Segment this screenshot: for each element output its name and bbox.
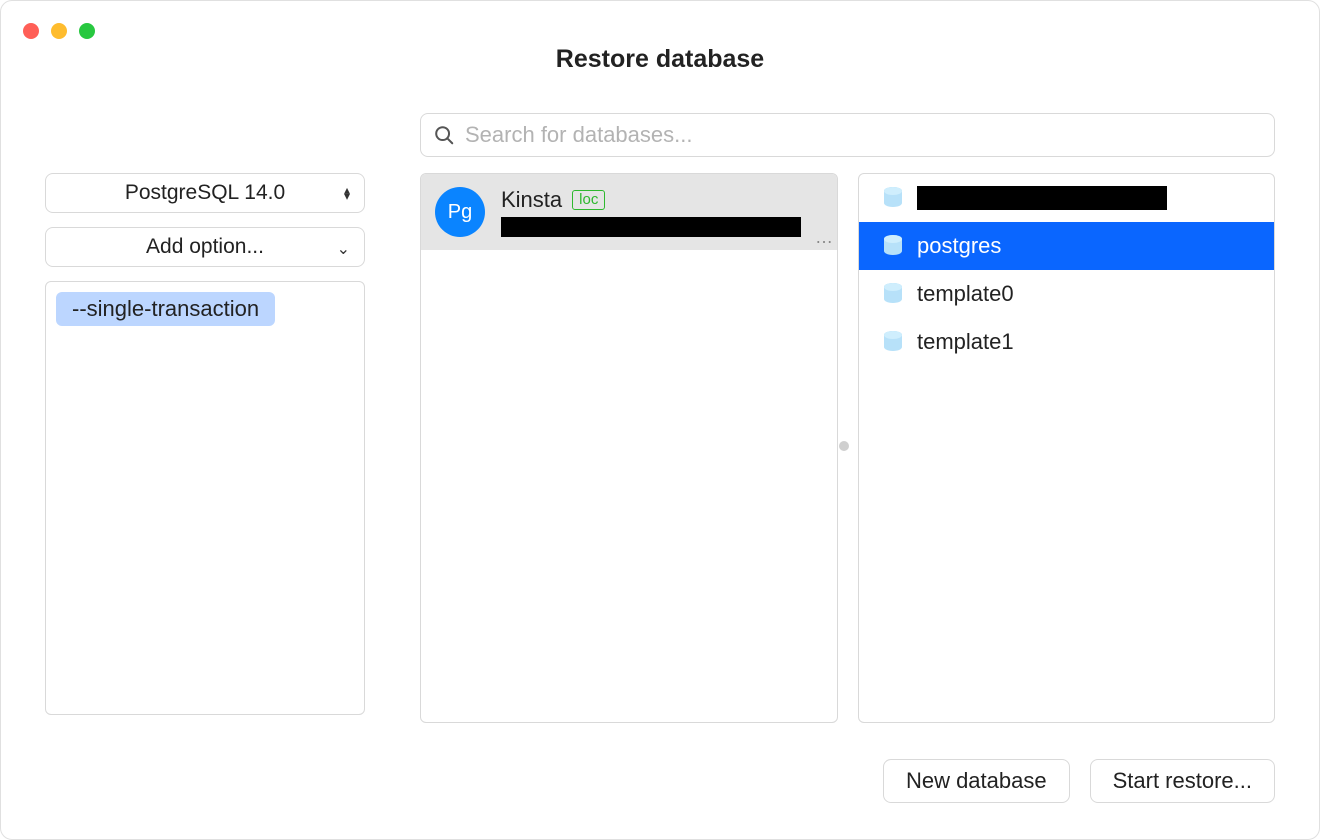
dialog-footer: New database Start restore... — [883, 759, 1275, 803]
database-name-redacted — [917, 186, 1167, 210]
postgres-badge-icon: Pg — [435, 187, 485, 237]
database-name: template0 — [917, 281, 1014, 307]
database-icon — [881, 282, 905, 306]
database-icon — [881, 234, 905, 258]
connection-row[interactable]: Pg Kinsta loc … — [421, 174, 837, 250]
connection-name: Kinsta — [501, 187, 562, 213]
database-icon — [881, 330, 905, 354]
add-option-selector[interactable]: Add option... ⌄ — [45, 227, 365, 267]
chevron-down-icon: ⌄ — [337, 239, 350, 259]
close-window-button[interactable] — [23, 23, 39, 39]
maximize-window-button[interactable] — [79, 23, 95, 39]
start-restore-button[interactable]: Start restore... — [1090, 759, 1275, 803]
window-title: Restore database — [1, 1, 1319, 74]
postgres-version-label: PostgreSQL 14.0 — [125, 181, 285, 205]
database-row[interactable]: template0 — [859, 270, 1274, 318]
options-list: --single-transaction — [45, 281, 365, 715]
location-tag: loc — [572, 190, 605, 210]
pane-resize-handle[interactable] — [839, 441, 849, 451]
minimize-window-button[interactable] — [51, 23, 67, 39]
new-database-label: New database — [906, 768, 1047, 794]
option-chip[interactable]: --single-transaction — [56, 292, 275, 326]
start-restore-label: Start restore... — [1113, 768, 1252, 794]
database-row[interactable]: template1 — [859, 318, 1274, 366]
add-option-label: Add option... — [146, 235, 264, 259]
database-icon — [881, 186, 905, 210]
databases-list: postgres template0 template1 — [858, 173, 1275, 723]
window-controls — [23, 23, 95, 39]
connections-list: Pg Kinsta loc … — [420, 173, 838, 723]
database-row[interactable]: postgres — [859, 222, 1274, 270]
overflow-ellipsis: … — [815, 227, 833, 248]
search-input[interactable] — [465, 122, 1262, 148]
connection-host-redacted — [501, 217, 801, 237]
database-row[interactable] — [859, 174, 1274, 222]
search-field[interactable] — [420, 113, 1275, 157]
stepper-icon: ▴▾ — [344, 187, 350, 199]
new-database-button[interactable]: New database — [883, 759, 1070, 803]
database-name: postgres — [917, 233, 1001, 259]
connection-info: Kinsta loc — [501, 187, 823, 237]
postgres-version-selector[interactable]: PostgreSQL 14.0 ▴▾ — [45, 173, 365, 213]
database-name: template1 — [917, 329, 1014, 355]
restore-options-panel: PostgreSQL 14.0 ▴▾ Add option... ⌄ --sin… — [45, 173, 365, 715]
search-icon — [433, 124, 455, 146]
